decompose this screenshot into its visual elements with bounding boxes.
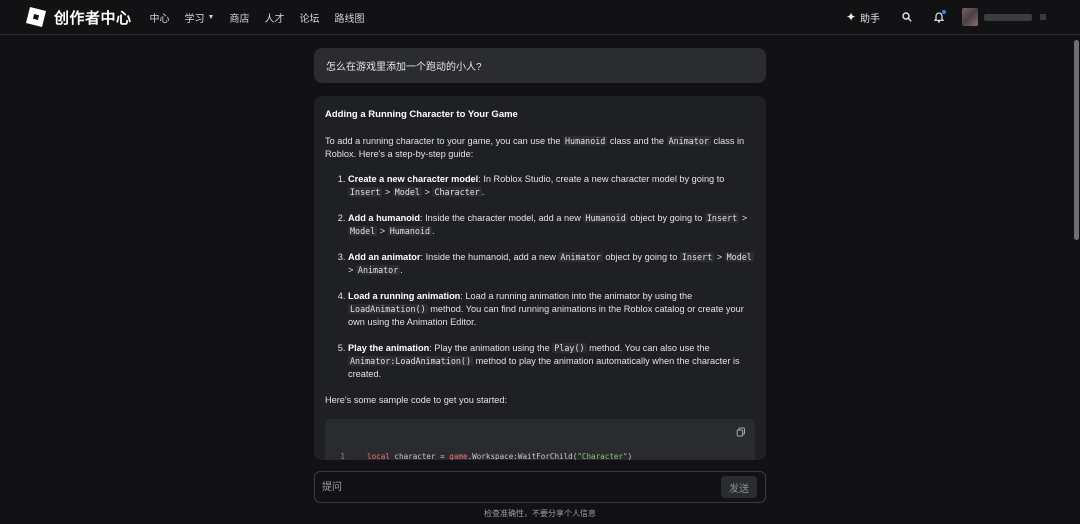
notifications-button[interactable]	[930, 8, 948, 26]
copy-icon[interactable]	[736, 427, 746, 437]
avatar[interactable]	[962, 8, 978, 26]
answer-intro: To add a running character to your game,…	[325, 136, 745, 159]
answer-outro: Here's some sample code to get you start…	[325, 395, 508, 405]
list-item: Play the animation: Play the animation u…	[348, 342, 755, 381]
roblox-logo-icon	[26, 7, 46, 27]
user-question-bubble: 怎么在游戏里添加一个跑动的小人?	[314, 48, 766, 83]
assistant-button[interactable]: ✦ 助手	[846, 10, 880, 25]
sparkle-icon: ✦	[845, 10, 856, 24]
prompt-input[interactable]	[315, 480, 721, 494]
code-text: local character = game.Workspace:WaitFor…	[367, 452, 633, 460]
brand-title: 创作者中心	[54, 9, 132, 27]
nav-label: 路线图	[334, 13, 365, 25]
page-scrollbar[interactable]	[1072, 35, 1080, 524]
nav-item-talent[interactable]: 人才	[264, 10, 284, 25]
steps-list: Create a new character model: In Roblox …	[325, 173, 755, 381]
user-menu-redacted[interactable]	[1040, 14, 1046, 20]
answer-title: Adding a Running Character to Your Game	[325, 109, 518, 120]
username-redacted[interactable]	[984, 13, 1032, 21]
nav-item-hub[interactable]: 中心	[150, 10, 170, 25]
main-nav: 中心 学习 ▼ 商店 人才 论坛 路线图	[150, 10, 380, 25]
search-button[interactable]	[898, 8, 916, 26]
prompt-input-box: 发送	[314, 471, 766, 503]
top-nav-bar: 创作者中心 中心 学习 ▼ 商店 人才 论坛 路线图 ✦ 助手	[0, 0, 1080, 35]
notification-dot	[942, 10, 946, 14]
header-actions: ✦ 助手	[846, 0, 1080, 34]
scrollbar-thumb[interactable]	[1074, 40, 1079, 240]
assistant-answer: Adding a Running Character to Your Game …	[314, 96, 766, 460]
assistant-label: 助手	[860, 13, 880, 25]
list-item: Create a new character model: In Roblox …	[348, 173, 755, 199]
list-item: Add an animator: Inside the humanoid, ad…	[348, 251, 755, 277]
nav-item-forum[interactable]: 论坛	[299, 10, 319, 25]
nav-item-roadmap[interactable]: 路线图	[334, 10, 364, 25]
chat-thread: 怎么在游戏里添加一个跑动的小人? Adding a Running Charac…	[314, 48, 766, 460]
nav-label: 商店	[229, 13, 250, 25]
list-item: Load a running animation: Load a running…	[348, 290, 755, 329]
question-text: 怎么在游戏里添加一个跑动的小人?	[326, 62, 482, 73]
search-icon	[902, 12, 912, 22]
code-line: 1 local character = game.Workspace:WaitF…	[325, 450, 632, 460]
nav-item-store[interactable]: 商店	[229, 10, 249, 25]
disclaimer-text: 检查准确性，不要分享个人信息	[484, 509, 596, 518]
send-button[interactable]: 发送	[721, 476, 757, 498]
logo[interactable]: 创作者中心	[26, 7, 132, 28]
nav-label: 学习	[184, 13, 205, 25]
list-item: Add a humanoid: Inside the character mod…	[348, 212, 755, 238]
nav-label: 人才	[264, 13, 285, 25]
caret-down-icon: ▼	[207, 13, 215, 21]
nav-label: 论坛	[299, 13, 320, 25]
nav-item-learn[interactable]: 学习 ▼	[185, 10, 215, 25]
line-number: 1	[340, 452, 345, 460]
nav-label: 中心	[149, 13, 170, 25]
code-block: 1 local character = game.Workspace:WaitF…	[325, 419, 755, 460]
